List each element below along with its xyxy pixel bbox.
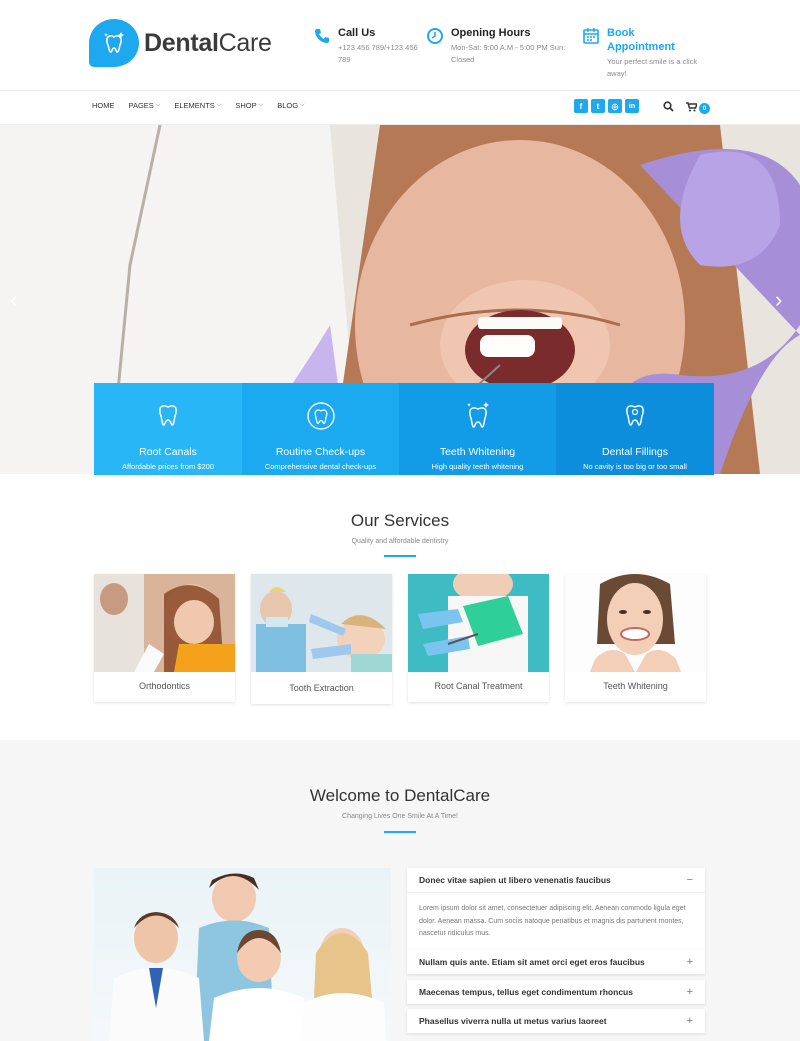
facebook-icon[interactable]: f [574,99,588,113]
chevron-down-icon: ⌵ [155,102,161,108]
feature-title: Root Canals [139,446,197,458]
book-appointment-block[interactable]: Book Appointment Your perfect smile is a … [582,26,697,80]
services-subtitle: Quality and affordable dentistry [351,538,449,545]
twitter-icon[interactable]: t [591,99,605,113]
search-icon[interactable] [663,101,674,112]
feature-teeth-whitening[interactable]: Teeth Whitening High quality teeth white… [399,383,556,475]
service-card-root-canal-treatment[interactable]: Root Canal Treatment [408,574,549,702]
tooth-icon [159,405,177,426]
expand-icon[interactable]: + [687,986,693,998]
service-card-tooth-extraction[interactable]: Tooth Extraction [251,574,392,704]
chevron-down-icon: ⌵ [300,102,305,108]
call-us-title: Call Us [338,27,376,39]
accordion-header[interactable]: Nullam quis ante. Etiam sit amet orci eg… [407,950,705,974]
header-divider [0,90,800,91]
team-image [94,868,391,1041]
feature-dental-fillings[interactable]: Dental Fillings No cavity is too big or … [556,383,714,475]
service-label: Orthodontics [138,681,191,691]
book-appointment-title[interactable]: Book Appointment [607,26,697,54]
social-links: f t ◎ in [574,99,639,113]
main-nav: HOME PAGES ⌵ ELEMENTS ⌵ SHOP ⌵ BLOG ⌵ [92,101,305,110]
accordion-item-1: Donec vitae sapien ut libero venenatis f… [407,868,705,951]
feature-subtitle: High quality teeth whitening [431,462,524,471]
chevron-down-icon: ⌵ [216,102,222,108]
accordion-item-4: Phasellus viverra nulla ut metus varius … [407,1009,705,1033]
tooth-logo-icon [89,19,139,67]
accordion-header[interactable]: Donec vitae sapien ut libero venenatis f… [407,868,705,892]
feature-routine-checkups[interactable]: Routine Check-ups Comprehensive dental c… [242,383,399,475]
collapse-icon[interactable]: − [687,874,693,886]
slider-prev-arrow[interactable]: ‹ [10,287,17,313]
opening-hours-block: Opening Hours Mon-Sat: 9:00 A.M - 5:00 P… [426,26,565,66]
service-card-orthodontics[interactable]: Orthodontics [94,574,235,702]
service-label: Tooth Extraction [289,683,354,693]
accordion-item-3: Maecenas tempus, tellus eget condimentum… [407,980,705,1004]
phone-icon [315,29,329,43]
calendar-icon [583,28,599,44]
tooth-sparkle-icon [466,402,489,428]
services-title: Our Services [350,511,450,530]
feature-title: Dental Fillings [602,446,668,458]
linkedin-icon[interactable]: in [625,99,639,113]
teeth-whitening-image [565,574,706,672]
feature-root-canals[interactable]: Root Canals Affordable prices from $200 [94,383,242,475]
service-card-teeth-whitening[interactable]: Teeth Whitening [565,574,706,702]
expand-icon[interactable]: + [687,956,693,968]
service-label: Root Canal Treatment [434,681,523,691]
expand-icon[interactable]: + [687,1015,693,1027]
feature-subtitle: No cavity is too big or too small [583,462,687,471]
welcome-subtitle: Changing Lives One Smile At A Time! [342,813,458,820]
tooth-filling-icon [626,405,644,426]
book-appointment-text: Your perfect smile is a click away! [607,57,698,78]
accordion-item-2: Nullam quis ante. Etiam sit amet orci eg… [407,950,705,974]
welcome-title-underline [384,831,416,833]
orthodontics-image [94,574,235,672]
accordion-body: Lorem ipsum dolor sit amet, consectetuer… [407,892,705,951]
tooth-extraction-image [251,574,392,672]
slider-next-arrow[interactable]: › [775,287,782,313]
opening-hours-text: Mon-Sat: 9:00 A.M - 5:00 PM Sun: Closed [451,43,566,64]
call-us-numbers[interactable]: +123 456 789/+123 456 789 [338,42,418,66]
chevron-down-icon: ⌵ [258,102,264,108]
opening-hours-title: Opening Hours [451,27,531,39]
clock-icon [427,28,443,44]
tooth-checkup-icon [306,402,335,430]
nav-elements[interactable]: ELEMENTS ⌵ [174,101,221,110]
cart-icon[interactable] [686,102,697,112]
accordion-title: Donec vitae sapien ut libero venenatis f… [419,875,611,885]
feature-subtitle: Affordable prices from $200 [122,462,214,471]
welcome-title: Welcome to DentalCare [309,786,491,805]
nav-pages[interactable]: PAGES ⌵ [129,101,161,110]
services-title-underline [384,555,416,557]
feature-subtitle: Comprehensive dental check-ups [264,462,377,471]
cart-count-badge: 0 [699,103,710,114]
site-logo[interactable]: DentalCare [89,19,272,67]
nav-blog[interactable]: BLOG ⌵ [277,101,304,110]
accordion-title: Maecenas tempus, tellus eget condimentum… [419,987,633,997]
call-us-block: Call Us +123 456 789/+123 456 789 [313,26,418,66]
service-label: Teeth Whitening [603,681,668,691]
nav-shop[interactable]: SHOP ⌵ [235,101,263,110]
instagram-icon[interactable]: ◎ [608,99,622,113]
nav-home[interactable]: HOME [92,101,115,110]
accordion-title: Phasellus viverra nulla ut metus varius … [419,1016,607,1026]
feature-title: Teeth Whitening [439,446,516,458]
accordion-title: Nullam quis ante. Etiam sit amet orci eg… [419,957,645,967]
feature-title: Routine Check-ups [275,446,366,458]
accordion-header[interactable]: Maecenas tempus, tellus eget condimentum… [407,980,705,1004]
site-name: DentalCare [144,28,272,57]
accordion-header[interactable]: Phasellus viverra nulla ut metus varius … [407,1009,705,1033]
root-canal-image [408,574,549,672]
